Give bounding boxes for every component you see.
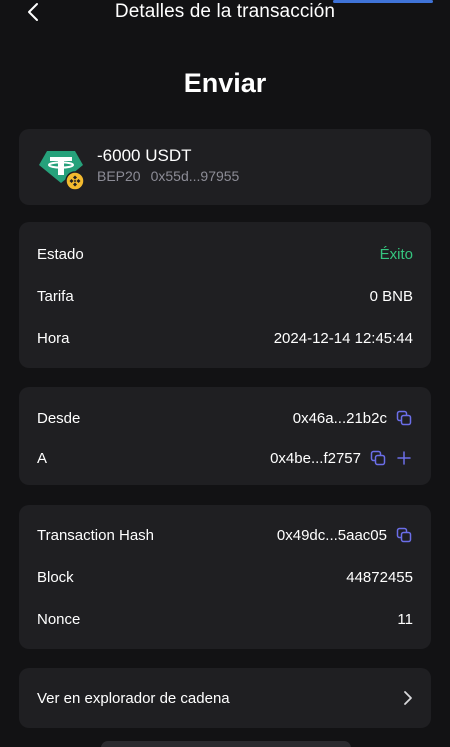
time-value: 2024-12-14 12:45:44 [273,329,413,347]
token-network-line: BEP20 0x55d...97955 [97,168,239,184]
fee-label: Tarifa [37,287,74,305]
transaction-hash-card: Transaction Hash 0x49dc...5aac05 Block 4… [19,505,431,649]
token-contract-address: 0x55d...97955 [150,168,240,184]
nonce-label: Nonce [37,610,81,628]
header-title: Detalles de la transacción [114,1,336,22]
transaction-info-card: Estado Éxito Tarifa 0 BNB Hora 2024-12-1… [19,222,431,368]
hash-value-group: 0x49dc...5aac05 [277,526,413,544]
hash-value: 0x49dc...5aac05 [276,526,387,544]
to-value-group: 0x4be...f2757 [270,449,413,467]
copy-icon [370,450,386,466]
block-value: 44872455 [346,568,413,586]
status-row: Estado Éxito [37,243,413,265]
nonce-value: 11 [397,610,413,628]
hash-label: Transaction Hash [37,526,154,544]
time-label: Hora [37,329,70,347]
copy-to-button[interactable] [369,449,387,467]
to-label: A [37,449,48,467]
tether-usdt-icon [37,147,85,191]
to-row: A 0x4be...f2757 [37,447,413,469]
to-address: 0x4be...f2757 [270,449,361,467]
page-title: Enviar [183,68,267,98]
header-accent-line [333,0,433,3]
bottom-action-bar[interactable] [101,741,351,747]
fee-row: Tarifa 0 BNB [37,285,413,307]
bnb-chain-badge-icon [65,171,85,191]
status-label: Estado [37,245,84,263]
token-card: -6000 USDT BEP20 0x55d...97955 [19,129,431,205]
from-row: Desde 0x46a...21b2c [37,407,413,429]
copy-hash-button[interactable] [395,526,413,544]
fee-value: 0 BNB [369,287,413,305]
status-value: Éxito [379,245,413,263]
explorer-row: Ver en explorador de cadena [37,687,413,709]
view-in-explorer-button[interactable]: Ver en explorador de cadena [19,668,431,728]
add-contact-button[interactable] [395,449,413,467]
copy-icon [396,527,412,543]
copy-from-button[interactable] [395,409,413,427]
from-address: 0x46a...21b2c [292,409,387,427]
nonce-row: Nonce 11 [37,608,413,630]
hash-row: Transaction Hash 0x49dc...5aac05 [37,524,413,546]
block-label: Block [37,568,74,586]
time-row: Hora 2024-12-14 12:45:44 [37,327,413,349]
chevron-right-icon [404,691,412,705]
header: Detalles de la transacción [0,0,450,26]
from-value-group: 0x46a...21b2c [293,409,413,427]
explorer-label: Ver en explorador de cadena [37,689,230,707]
transaction-details-screen: Detalles de la transacción Enviar -6000 … [0,0,450,747]
addresses-card: Desde 0x46a...21b2c A 0x4be...f2757 [19,387,431,485]
token-network: BEP20 [97,168,141,184]
copy-icon [396,410,412,426]
from-label: Desde [37,409,81,427]
token-amount: -6000 USDT [97,146,192,165]
block-row: Block 44872455 [37,566,413,588]
plus-icon [397,451,411,465]
